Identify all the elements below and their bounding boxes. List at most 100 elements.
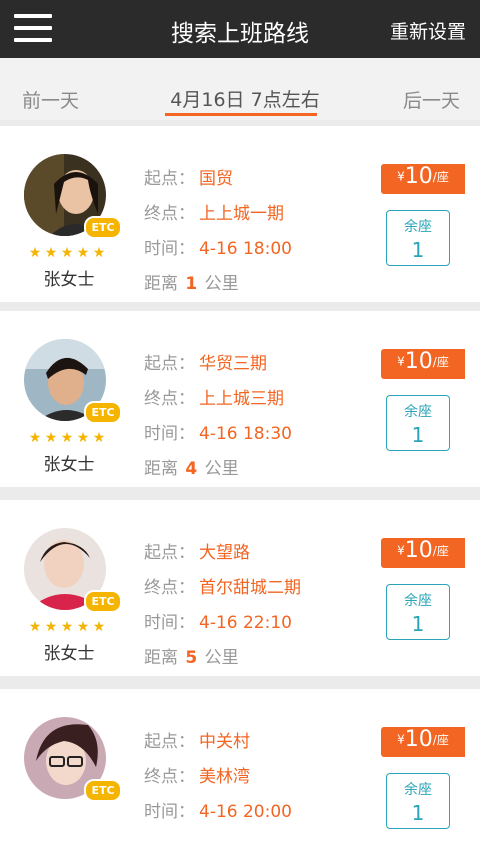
driver-name: 张女士 <box>43 644 95 664</box>
time-label: 时间： <box>144 613 195 633</box>
star-icon: ★ <box>28 245 42 261</box>
price-tag: ¥10/座 <box>381 164 465 194</box>
star-icon: ★ <box>28 430 42 446</box>
reset-button[interactable]: 重新设置 <box>390 17 466 44</box>
seats-count: 1 <box>411 238 425 262</box>
price-tag: ¥10/座 <box>381 349 465 379</box>
start-value: 大望路 <box>199 543 250 563</box>
end-row: 终点： 上上城三期 <box>144 384 284 409</box>
start-row: 起点： 国贸 <box>144 164 233 189</box>
star-icon: ★ <box>28 619 42 635</box>
start-value: 华贸三期 <box>199 354 267 374</box>
star-icon: ★ <box>44 430 58 446</box>
seats-button[interactable]: 余座 1 <box>386 773 450 829</box>
end-row: 终点： 上上城一期 <box>144 199 284 224</box>
start-row: 起点： 中关村 <box>144 727 250 752</box>
etc-badge: ETC <box>84 590 122 613</box>
distance-row: 距离 5 公里 <box>144 643 239 668</box>
price-tag: ¥10/座 <box>381 727 465 757</box>
distance-label: 距离 <box>144 274 178 294</box>
ride-card[interactable]: ETC ★ ★ ★ ★ ★ 张女士 起点： 大望路 终点： 首尔甜城二期 时间： 4-16 2… <box>0 500 480 676</box>
start-row: 起点： 大望路 <box>144 538 250 563</box>
currency-symbol: ¥ <box>397 732 405 747</box>
time-value: 4-16 20:00 <box>199 802 292 822</box>
star-icon: ★ <box>76 430 90 446</box>
time-label: 时间： <box>144 239 195 259</box>
start-value: 中关村 <box>199 732 250 752</box>
seats-count: 1 <box>411 423 425 447</box>
seats-count: 1 <box>411 612 425 636</box>
end-label: 终点： <box>144 767 195 787</box>
time-label: 时间： <box>144 802 195 822</box>
price-value: 10 <box>404 538 433 563</box>
end-value: 首尔甜城二期 <box>199 578 301 598</box>
star-icon: ★ <box>60 619 74 635</box>
distance-unit: 公里 <box>204 274 239 294</box>
distance-unit: 公里 <box>204 459 239 479</box>
star-icon: ★ <box>44 245 58 261</box>
end-row: 终点： 首尔甜城二期 <box>144 573 301 598</box>
ride-card[interactable]: ETC ★ ★ ★ ★ ★ 张女士 起点： 华贸三期 终点： 上上城三期 时间： 4-16 1… <box>0 311 480 487</box>
time-row: 时间： 4-16 20:00 <box>144 797 292 822</box>
seats-label: 余座 <box>404 593 432 609</box>
currency-symbol: ¥ <box>397 354 405 369</box>
start-label: 起点： <box>144 543 195 563</box>
currency-symbol: ¥ <box>397 169 405 184</box>
star-icon: ★ <box>92 619 106 635</box>
rating-stars: ★ ★ ★ ★ ★ <box>27 427 107 446</box>
end-value: 美林湾 <box>199 767 250 787</box>
time-row: 时间： 4-16 18:30 <box>144 419 292 444</box>
star-icon: ★ <box>92 430 106 446</box>
seats-label: 余座 <box>404 219 432 235</box>
price-value: 10 <box>404 349 433 374</box>
time-value: 4-16 22:10 <box>199 613 292 633</box>
current-date-label: 4月16日 7点左右 <box>170 89 320 111</box>
start-value: 国贸 <box>199 169 233 189</box>
start-label: 起点： <box>144 732 195 752</box>
seats-label: 余座 <box>404 782 432 798</box>
rating-stars: ★ ★ ★ ★ ★ <box>27 242 107 261</box>
price-unit: /座 <box>432 170 449 184</box>
distance-row: 距离 4 公里 <box>144 454 239 479</box>
time-value: 4-16 18:30 <box>199 424 292 444</box>
distance-label: 距离 <box>144 459 178 479</box>
star-icon: ★ <box>92 245 106 261</box>
ride-card[interactable]: ETC 起点： 中关村 终点： 美林湾 时间： 4-16 20:00 ¥10/座 余座… <box>0 689 480 865</box>
date-selector: 前一天 4月16日 7点左右 后一天 <box>0 58 480 120</box>
star-icon: ★ <box>60 245 74 261</box>
end-value: 上上城一期 <box>199 204 284 224</box>
end-row: 终点： 美林湾 <box>144 762 250 787</box>
star-icon: ★ <box>44 619 58 635</box>
seats-label: 余座 <box>404 404 432 420</box>
seats-button[interactable]: 余座 1 <box>386 395 450 451</box>
star-icon: ★ <box>76 245 90 261</box>
distance-value: 1 <box>185 274 198 294</box>
end-label: 终点： <box>144 578 195 598</box>
time-row: 时间： 4-16 22:10 <box>144 608 292 633</box>
end-label: 终点： <box>144 204 195 224</box>
seats-count: 1 <box>411 801 425 825</box>
distance-label: 距离 <box>144 648 178 668</box>
seats-button[interactable]: 余座 1 <box>386 210 450 266</box>
next-day-button[interactable]: 后一天 <box>403 86 460 113</box>
star-icon: ★ <box>76 619 90 635</box>
start-label: 起点： <box>144 169 195 189</box>
driver-name: 张女士 <box>43 455 95 475</box>
currency-symbol: ¥ <box>397 543 405 558</box>
time-label: 时间： <box>144 424 195 444</box>
seats-button[interactable]: 余座 1 <box>386 584 450 640</box>
star-icon: ★ <box>60 430 74 446</box>
price-tag: ¥10/座 <box>381 538 465 568</box>
end-value: 上上城三期 <box>199 389 284 409</box>
time-row: 时间： 4-16 18:00 <box>144 234 292 259</box>
top-bar: 搜索上班路线 重新设置 <box>0 0 480 58</box>
rating-stars: ★ ★ ★ ★ ★ <box>27 616 107 635</box>
distance-value: 4 <box>185 459 198 479</box>
end-label: 终点： <box>144 389 195 409</box>
start-row: 起点： 华贸三期 <box>144 349 267 374</box>
etc-badge: ETC <box>84 401 122 424</box>
ride-card[interactable]: ETC ★ ★ ★ ★ ★ 张女士 起点： 国贸 终点： 上上城一期 时间： 4-16 18:… <box>0 126 480 302</box>
previous-day-button[interactable]: 前一天 <box>22 86 79 113</box>
price-value: 10 <box>404 164 433 189</box>
distance-unit: 公里 <box>204 648 239 668</box>
